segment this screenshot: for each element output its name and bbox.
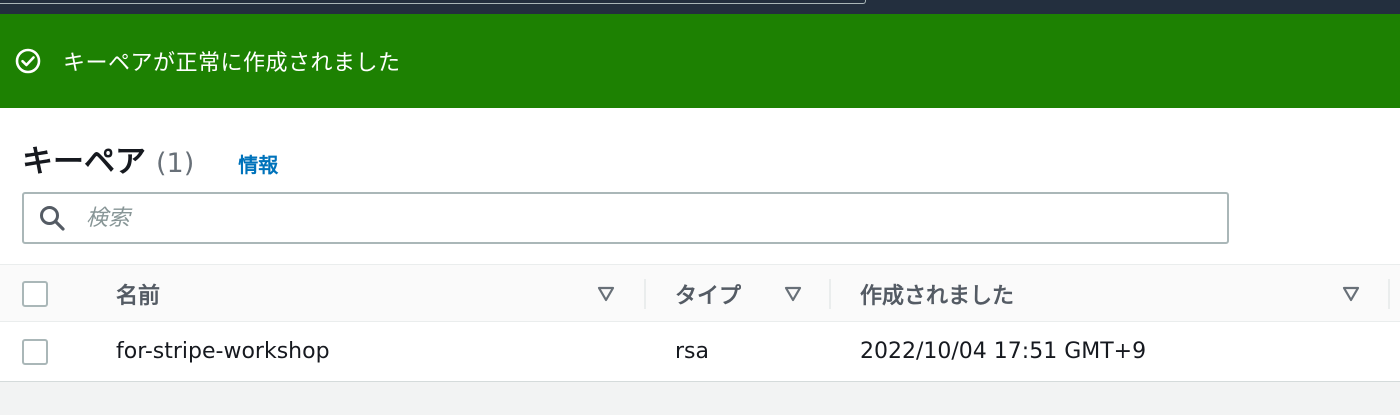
success-flash-bar: キーペアが正常に作成されました bbox=[0, 14, 1400, 108]
column-divider[interactable] bbox=[829, 279, 831, 309]
cell-created: 2022/10/04 17:51 GMT+9 bbox=[860, 339, 1147, 364]
info-link[interactable]: 情報 bbox=[238, 149, 278, 178]
check-circle-icon bbox=[14, 47, 42, 75]
panel-header: キーペア (1) 情報 bbox=[22, 136, 278, 181]
page-title: キーペア bbox=[22, 144, 146, 180]
item-count: (1) bbox=[156, 148, 195, 179]
cell-name: for-stripe-workshop bbox=[116, 339, 330, 364]
sort-caret-down-icon[interactable] bbox=[1342, 286, 1360, 302]
search-input[interactable] bbox=[86, 205, 1186, 231]
column-header-name[interactable]: 名前 bbox=[116, 265, 160, 323]
global-search-box-edge[interactable] bbox=[0, 0, 866, 4]
column-divider[interactable] bbox=[644, 279, 646, 309]
search-box[interactable] bbox=[22, 192, 1229, 244]
key-pairs-panel: キーペア (1) 情報 名前 タイプ 作成されました bbox=[0, 108, 1400, 382]
column-header-type[interactable]: タイプ bbox=[675, 265, 741, 323]
sort-caret-down-icon[interactable] bbox=[784, 286, 802, 302]
table-header-row: 名前 タイプ 作成されました bbox=[0, 264, 1400, 322]
table-row[interactable]: for-stripe-workshop rsa 2022/10/04 17:51… bbox=[0, 322, 1400, 381]
cell-type: rsa bbox=[675, 339, 709, 364]
top-navigation-bar bbox=[0, 0, 1400, 14]
column-divider[interactable] bbox=[1388, 279, 1390, 309]
search-icon bbox=[38, 204, 66, 232]
page-background bbox=[0, 382, 1400, 415]
key-pairs-table: 名前 タイプ 作成されました for-stripe-workshop rsa 2… bbox=[0, 264, 1400, 381]
flash-message: キーペアが正常に作成されました bbox=[63, 51, 401, 76]
sort-caret-down-icon[interactable] bbox=[597, 286, 615, 302]
column-header-created[interactable]: 作成されました bbox=[860, 265, 1014, 323]
select-all-checkbox[interactable] bbox=[22, 281, 48, 307]
row-checkbox[interactable] bbox=[22, 339, 48, 365]
